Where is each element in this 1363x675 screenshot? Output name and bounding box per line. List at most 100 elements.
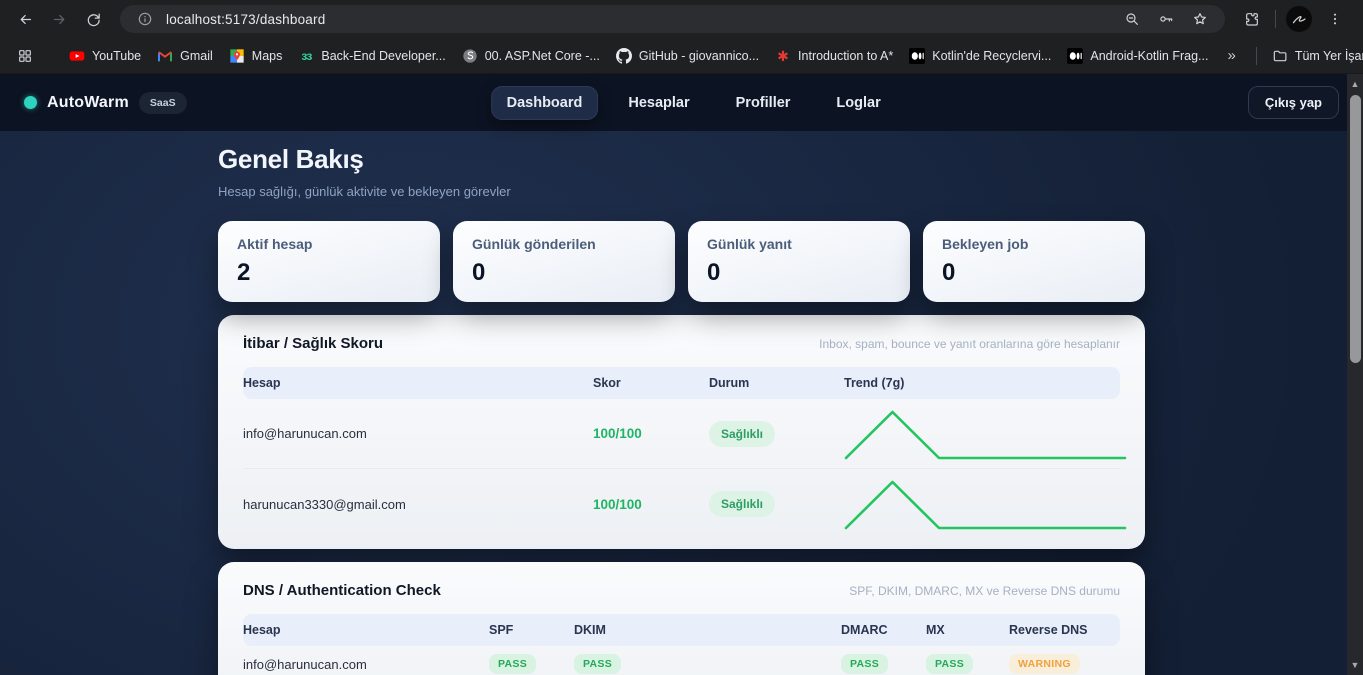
all-bookmarks-label[interactable]: Tüm Yer İşaretleri: [1295, 49, 1363, 63]
page-scrollbar[interactable]: ▲ ▼: [1347, 74, 1363, 675]
trend-sparkline: [844, 406, 1127, 462]
dns-table-header: HesapSPFDKIMDMARCMXReverse DNS: [243, 614, 1120, 646]
bookmark-label: Back-End Developer...: [321, 49, 445, 63]
page-subtitle: Hesap sağlığı, günlük aktivite ve bekley…: [218, 184, 1145, 199]
reputation-title: İtibar / Sağlık Skoru: [243, 335, 383, 352]
bookmark-label: Kotlin'de Recyclervi...: [932, 49, 1051, 63]
brand-name: AutoWarm: [47, 94, 129, 112]
bookmark-label: 00. ASP.Net Core -...: [485, 49, 600, 63]
reputation-column-header: Skor: [593, 376, 709, 390]
bookmarks-overflow-chevron[interactable]: »: [1219, 47, 1243, 64]
bookmark-star-icon[interactable]: [1187, 6, 1213, 32]
nav-item-loglar[interactable]: Loglar: [820, 86, 896, 120]
address-bar[interactable]: localhost:5173/dashboard: [120, 5, 1225, 33]
dns-column-header: MX: [926, 623, 1009, 637]
account-email: info@harunucan.com: [243, 426, 593, 441]
dns-check-badge: WARNING: [1009, 654, 1080, 674]
stat-label: Aktif hesap: [237, 236, 421, 252]
bookmark-item[interactable]: ɜɜBack-End Developer...: [291, 44, 452, 68]
folder-icon: [1272, 48, 1288, 64]
menu-kebab-icon[interactable]: [1322, 6, 1348, 32]
scroll-down-icon[interactable]: ▼: [1347, 657, 1363, 673]
reputation-column-header: Trend (7g): [844, 376, 1120, 390]
gmail-icon: [157, 48, 173, 64]
stat-card: Günlük yanıt0: [688, 221, 910, 302]
account-email: harunucan3330@gmail.com: [243, 497, 593, 512]
reputation-row: harunucan3330@gmail.com100/100Sağlıklı: [243, 469, 1120, 539]
scroll-up-icon[interactable]: ▲: [1347, 76, 1363, 92]
bookmark-item[interactable]: ✱ Introduction to A*: [768, 44, 900, 68]
password-key-icon[interactable]: [1153, 6, 1179, 32]
medium-icon: [909, 48, 925, 64]
bookmark-item[interactable]: YouTube: [62, 44, 148, 68]
browser-toolbar: localhost:5173/dashboard: [0, 0, 1363, 38]
nav-item-dashboard[interactable]: Dashboard: [491, 86, 599, 120]
logout-button[interactable]: Çıkış yap: [1248, 86, 1339, 119]
bookmarks-divider-right: [1256, 47, 1257, 65]
dns-hint: SPF, DKIM, DMARC, MX ve Reverse DNS duru…: [849, 584, 1120, 598]
back-icon[interactable]: [10, 4, 40, 34]
saas-badge: SaaS: [139, 92, 187, 114]
bookmark-item[interactable]: Gmail: [150, 44, 220, 68]
bookmark-label: YouTube: [92, 49, 141, 63]
bookmark-label: Introduction to A*: [798, 49, 893, 63]
app-viewport: AutoWarm SaaS Dashboard Hesaplar Profiller…: [0, 74, 1363, 675]
dns-title: DNS / Authentication Check: [243, 582, 441, 599]
stat-card: Günlük gönderilen0: [453, 221, 675, 302]
zoom-out-icon[interactable]: [1119, 6, 1145, 32]
bookmark-label: GitHub - giovannico...: [639, 49, 759, 63]
bookmark-item[interactable]: Maps: [222, 44, 290, 68]
profile-avatar[interactable]: [1286, 6, 1312, 32]
dns-check-badge: PASS: [489, 654, 536, 674]
score-value: 100/100: [593, 497, 709, 512]
dashboard-content: Genel Bakış Hesap sağlığı, günlük aktivi…: [218, 131, 1145, 675]
bookmarks-list: YouTube Gmail Maps ɜɜBack-End Developer... 0…: [62, 44, 1215, 68]
toolbar-right: [1239, 6, 1348, 32]
globe-icon: [462, 48, 478, 64]
stat-card: Bekleyen job 0: [923, 221, 1145, 302]
url-text[interactable]: localhost:5173/dashboard: [166, 12, 1111, 27]
bookmark-item[interactable]: Kotlin'de Recyclervi...: [902, 44, 1058, 68]
stat-label: Bekleyen job: [942, 236, 1126, 252]
refresh-icon[interactable]: [78, 4, 108, 34]
toolbar-divider: [1275, 10, 1276, 28]
trend-sparkline: [844, 476, 1127, 532]
reputation-panel: İtibar / Sağlık Skoru Inbox, spam, bounc…: [218, 315, 1145, 549]
all-bookmarks[interactable]: Tüm Yer İşaretleri: [1248, 44, 1363, 68]
bookmark-item[interactable]: Android-Kotlin Frag...: [1060, 44, 1215, 68]
dns-check-badge: PASS: [926, 654, 973, 674]
apps-grid-icon[interactable]: [12, 43, 38, 69]
github-icon: [616, 48, 632, 64]
app-header: AutoWarm SaaS Dashboard Hesaplar Profiller…: [0, 74, 1363, 131]
dns-column-header: DKIM: [574, 623, 841, 637]
score-value: 100/100: [593, 426, 709, 441]
bookmark-label: Maps: [252, 49, 283, 63]
dns-panel: DNS / Authentication Check SPF, DKIM, DM…: [218, 562, 1145, 675]
bookmark-item[interactable]: 00. ASP.Net Core -...: [455, 44, 607, 68]
dns-check-badge: PASS: [841, 654, 888, 674]
reputation-row: info@harunucan.com100/100Sağlıklı: [243, 399, 1120, 469]
status-badge: Sağlıklı: [709, 421, 775, 447]
reputation-table-header: HesapSkorDurumTrend (7g): [243, 367, 1120, 399]
page-title: Genel Bakış: [218, 144, 1145, 175]
stat-value: 0: [942, 259, 1126, 287]
nav-item-profiller[interactable]: Profiller: [720, 86, 807, 120]
stat-card: Aktif hesap2: [218, 221, 440, 302]
dns-column-header: Hesap: [243, 623, 489, 637]
bookmark-item[interactable]: GitHub - giovannico...: [609, 44, 766, 68]
extensions-puzzle-icon[interactable]: [1239, 6, 1265, 32]
status-badge: Sağlıklı: [709, 491, 775, 517]
site-info-icon[interactable]: [132, 6, 158, 32]
nav-item-hesaplar[interactable]: Hesaplar: [612, 86, 705, 120]
stat-label: Günlük yanıt: [707, 236, 891, 252]
medium-icon: [1067, 48, 1083, 64]
reputation-table-body: info@harunucan.com100/100Sağlıklıharunuc…: [243, 399, 1120, 539]
scrollbar-thumb[interactable]: [1350, 95, 1361, 363]
stats-grid: Aktif hesap2Günlük gönderilen0Günlük yan…: [218, 221, 1145, 302]
main-nav: Dashboard Hesaplar Profiller Loglar: [491, 86, 897, 120]
youtube-icon: [69, 48, 85, 64]
redblob-icon: ✱: [775, 48, 791, 64]
brand: AutoWarm SaaS: [24, 92, 187, 114]
brand-dot-icon: [24, 96, 37, 109]
dns-column-header: SPF: [489, 623, 574, 637]
